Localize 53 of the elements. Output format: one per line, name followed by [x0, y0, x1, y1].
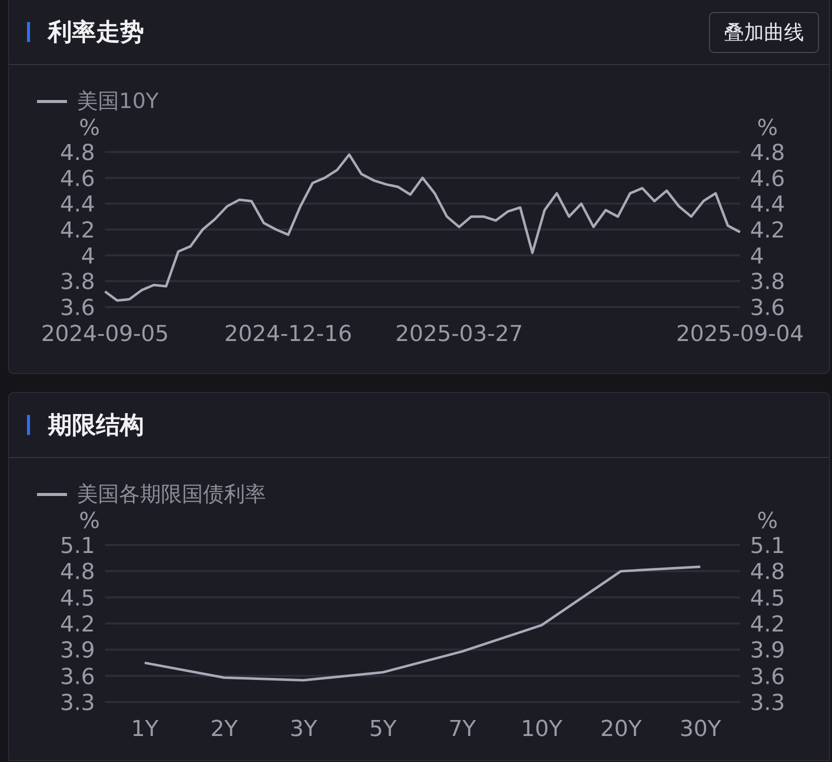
- axis-label: 4.4: [60, 192, 95, 218]
- axis-label: 3.3: [750, 691, 785, 716]
- axis-unit: %: [79, 509, 100, 534]
- axis-unit: %: [757, 116, 778, 141]
- axis-label: 2025-03-27: [395, 322, 524, 347]
- axis-label: 30Y: [680, 717, 722, 742]
- axis-label: 10Y: [520, 717, 562, 742]
- axis-label: 3.6: [60, 664, 95, 690]
- axis-label: 5.1: [60, 534, 95, 559]
- axis-label: 4.8: [750, 141, 785, 166]
- panel-title: 利率走势: [48, 17, 145, 48]
- axis-label: 4: [81, 244, 95, 270]
- axis-label: 3.6: [60, 296, 95, 321]
- axis-label: 4.2: [60, 612, 95, 638]
- axis-label: 3.9: [60, 638, 95, 664]
- axis-label: 2025-09-04: [676, 322, 804, 347]
- axis-label: 2024-09-05: [41, 322, 169, 347]
- axis-label: 4.4: [750, 192, 785, 218]
- axis-label: 3Y: [290, 717, 318, 742]
- axis-label: 4.5: [750, 586, 785, 612]
- axis-unit: %: [757, 509, 778, 534]
- axis-label: 3.3: [60, 691, 95, 716]
- axis-label: 4.2: [60, 218, 95, 244]
- axis-label: 4.8: [750, 560, 785, 586]
- axis-label: 5.1: [750, 534, 785, 559]
- axis-label: 4.6: [60, 166, 95, 192]
- axis-label: 2Y: [210, 717, 238, 742]
- accent-bar: [27, 415, 30, 435]
- axis-label: 4.8: [60, 560, 95, 586]
- axis-label: 5Y: [369, 717, 397, 742]
- legend-label[interactable]: 美国各期限国债利率: [77, 480, 266, 508]
- panel-title: 期限结构: [48, 410, 145, 441]
- axis-label: 20Y: [600, 717, 642, 742]
- axis-label: 4.2: [750, 218, 785, 244]
- axis-unit: %: [79, 116, 100, 141]
- axis-label: 3.9: [750, 638, 785, 664]
- axis-label: 4.2: [750, 612, 785, 638]
- axis-label: 4: [750, 244, 764, 270]
- legend-line-icon: [37, 100, 67, 102]
- axis-label: 4.6: [750, 166, 785, 192]
- axis-label: 2024-12-16: [224, 322, 352, 347]
- legend-line-icon: [37, 492, 67, 496]
- axis-label: 4.8: [60, 141, 95, 166]
- legend-label[interactable]: 美国10Y: [77, 87, 159, 115]
- axis-label: 7Y: [448, 717, 476, 742]
- axis-label: 4.5: [60, 586, 95, 612]
- axis-label: 3.6: [750, 664, 785, 690]
- axis-label: 1Y: [130, 717, 158, 742]
- accent-bar: [27, 22, 30, 42]
- overlay-curve-button[interactable]: 叠加曲线: [709, 12, 819, 52]
- axis-label: 3.8: [750, 270, 785, 296]
- axis-label: 3.8: [60, 270, 95, 296]
- axis-label: 3.6: [750, 296, 785, 321]
